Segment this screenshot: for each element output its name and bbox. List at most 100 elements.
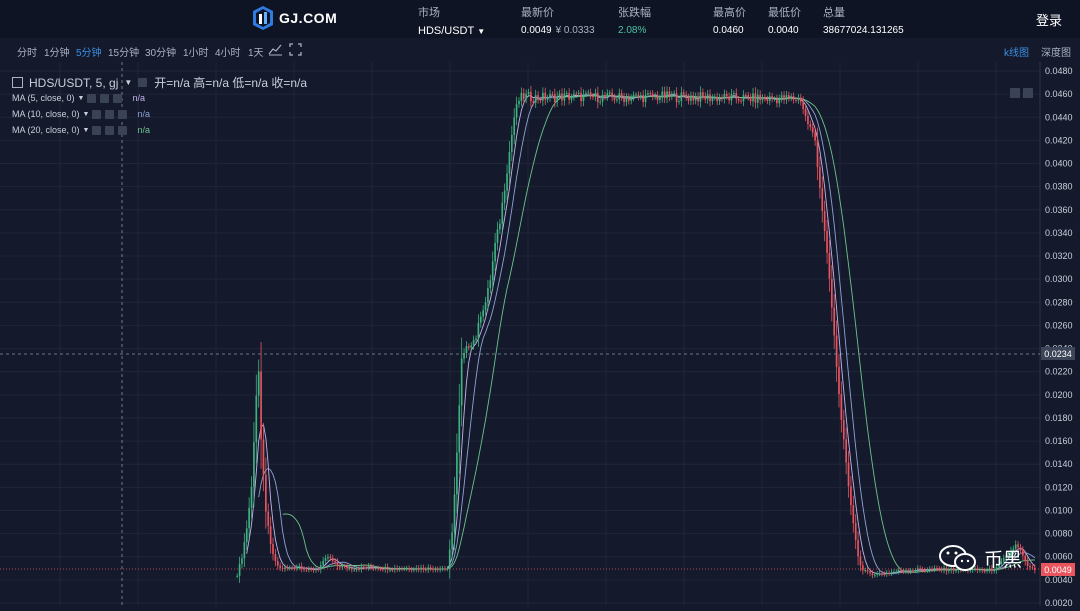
candle-body — [919, 568, 922, 570]
candle-body — [854, 523, 857, 540]
candle-body — [897, 569, 900, 572]
tab-depth[interactable]: 深度图 — [1041, 44, 1071, 59]
y-tick-label: 0.0120 — [1045, 482, 1073, 492]
candle-body — [312, 569, 315, 571]
interval-item[interactable]: 15分钟 — [108, 44, 139, 59]
close-icon[interactable] — [113, 93, 123, 103]
chevron-down-icon[interactable]: ▼ — [83, 127, 90, 134]
eye-icon[interactable] — [92, 125, 102, 135]
ma5-legend: MA (5, close, 0) ▼ n/a — [12, 93, 145, 103]
collapse-icon[interactable] — [12, 77, 23, 88]
indicator-icon[interactable] — [268, 43, 283, 56]
eye-icon[interactable] — [87, 93, 97, 103]
chevron-down-icon[interactable]: ▼ — [124, 78, 132, 87]
candle-body — [654, 95, 656, 97]
low-label: 最低价 — [768, 7, 801, 19]
candle-body — [663, 91, 666, 99]
y-tick-label: 0.0340 — [1045, 228, 1073, 238]
logo[interactable]: GJ.COM — [253, 6, 337, 30]
chevron-down-icon[interactable]: ▼ — [78, 95, 85, 102]
candle-body — [496, 229, 499, 243]
candle-body — [859, 556, 862, 566]
candle-body — [766, 98, 769, 101]
candle-body — [747, 95, 750, 98]
candle-body — [310, 568, 313, 570]
candle-body — [494, 242, 496, 262]
candle-body — [601, 94, 604, 102]
candle-body — [513, 117, 516, 136]
candle-body — [711, 97, 714, 102]
gear-icon[interactable] — [105, 125, 115, 135]
candle-body — [477, 322, 480, 339]
candle-body — [647, 93, 649, 95]
interval-item-active[interactable]: 5分钟 — [76, 44, 102, 59]
settings-icon[interactable] — [138, 78, 148, 87]
candle-body — [635, 94, 637, 96]
market-selector[interactable]: HDS/USDT ▼ — [418, 25, 485, 37]
tab-kline[interactable]: k线图 — [1004, 44, 1029, 59]
chart-legend: HDS/USDT, 5, gj ▼ 开=n/a 高=n/a 低=n/a 收=n/… — [12, 74, 307, 91]
candle-body — [236, 575, 239, 577]
candle-body — [580, 92, 582, 102]
candle-body — [570, 97, 573, 100]
price-chart[interactable]: 0.0480 0.0460 0.0440 0.0420 0.0400 0.0380 0.03… — [0, 62, 1080, 608]
candle-body — [632, 94, 635, 98]
fullscreen-icon[interactable] — [289, 43, 302, 56]
candle-body — [802, 101, 804, 109]
candle-body — [558, 93, 561, 97]
candle-body — [864, 570, 867, 572]
y-tick-label: 0.0080 — [1045, 529, 1073, 539]
candle-body — [300, 566, 303, 569]
candle-body — [458, 405, 461, 453]
candle-body — [809, 124, 812, 128]
interval-item[interactable]: 4小时 — [215, 44, 241, 59]
candle-body — [728, 96, 730, 101]
candle-body — [389, 569, 391, 571]
close-icon[interactable] — [118, 125, 128, 135]
candle-body — [639, 95, 642, 98]
gear-icon[interactable] — [105, 109, 115, 119]
candle-body — [668, 91, 671, 97]
candle-body — [386, 566, 389, 570]
interval-item[interactable]: 1天 — [248, 44, 264, 59]
ma20-legend: MA (20, close, 0) ▼ n/a — [12, 125, 150, 135]
interval-item[interactable]: 30分钟 — [145, 44, 176, 59]
candle-body — [611, 92, 613, 98]
candle-body — [926, 569, 929, 571]
candle-body — [690, 95, 692, 101]
candle-body — [238, 563, 241, 576]
candle-body — [814, 132, 816, 141]
chevron-down-icon: ▼ — [477, 26, 486, 36]
candle-body — [539, 99, 542, 101]
y-tick-label: 0.0140 — [1045, 459, 1073, 469]
gear-icon[interactable] — [100, 93, 110, 103]
scroll-right-button[interactable] — [1023, 88, 1033, 98]
candle-body — [279, 565, 282, 568]
watermark: 币黑 — [938, 543, 1022, 573]
interval-item[interactable]: 1分钟 — [44, 44, 70, 59]
candle-body — [857, 539, 859, 557]
close-icon[interactable] — [118, 109, 128, 119]
candle-body — [902, 570, 905, 572]
interval-item[interactable]: 1小时 — [183, 44, 209, 59]
latest-value: 0.0049 — [521, 25, 552, 36]
login-button[interactable]: 登录 — [1036, 10, 1062, 29]
candle-body — [243, 542, 246, 559]
eye-icon[interactable] — [92, 109, 102, 119]
candle-body — [537, 95, 539, 100]
candle-body — [460, 358, 463, 406]
y-tick-label: 0.0160 — [1045, 436, 1073, 446]
chart-canvas[interactable]: 0.0480 0.0460 0.0440 0.0420 0.0400 0.0380 0.03… — [0, 62, 1080, 608]
candle-body — [503, 190, 506, 203]
scroll-left-button[interactable] — [1010, 88, 1020, 98]
chevron-down-icon[interactable]: ▼ — [83, 111, 90, 118]
interval-item[interactable]: 分时 — [17, 44, 37, 59]
candle-body — [888, 572, 890, 574]
candle-body — [606, 93, 609, 98]
candle-body — [620, 93, 623, 98]
y-tick-label: 0.0040 — [1045, 575, 1073, 585]
candle-body — [549, 93, 551, 98]
y-tick-label: 0.0280 — [1045, 297, 1073, 307]
y-tick-label: 0.0100 — [1045, 505, 1073, 515]
candle-body — [625, 97, 628, 102]
